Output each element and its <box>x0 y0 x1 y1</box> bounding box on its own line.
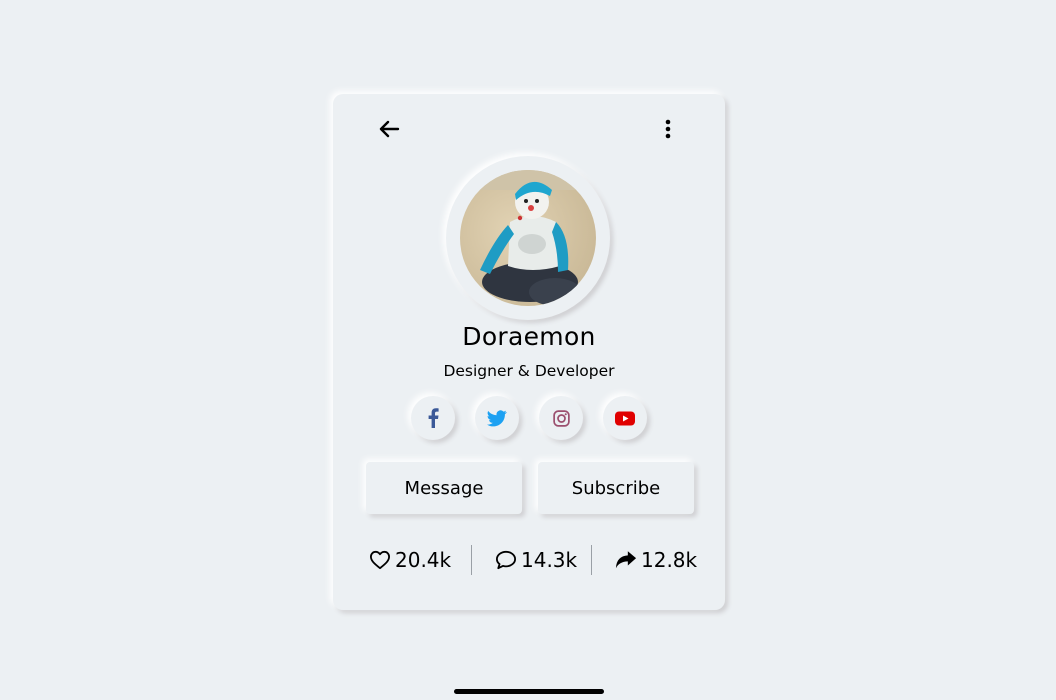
youtube-button[interactable] <box>603 396 647 440</box>
home-indicator[interactable] <box>454 689 604 694</box>
back-button[interactable] <box>375 115 403 143</box>
avatar <box>460 170 596 306</box>
avatar-photo <box>460 170 596 306</box>
profile-stats: 20.4k 14.3k 12.8k <box>333 540 725 580</box>
social-links <box>333 394 725 442</box>
facebook-icon <box>428 408 439 428</box>
share-icon <box>615 551 637 569</box>
comments-count: 14.3k <box>521 548 578 572</box>
facebook-button[interactable] <box>411 396 455 440</box>
avatar-frame <box>446 156 610 320</box>
heart-icon <box>369 550 390 570</box>
likes-stat[interactable]: 20.4k <box>369 546 451 574</box>
twitter-icon <box>487 409 507 426</box>
youtube-icon <box>615 411 635 425</box>
instagram-button[interactable] <box>539 396 583 440</box>
likes-count: 20.4k <box>395 548 452 572</box>
comments-stat[interactable]: 14.3k <box>495 546 577 574</box>
more-vertical-icon <box>665 119 671 139</box>
message-button[interactable]: Message <box>366 462 522 514</box>
more-options-button[interactable] <box>654 115 682 143</box>
arrow-left-icon <box>379 120 400 138</box>
shares-count: 12.8k <box>641 548 698 572</box>
app-screen: Doraemon Designer & Developer Message Su… <box>0 0 1056 700</box>
instagram-icon <box>552 409 570 427</box>
subscribe-button[interactable]: Subscribe <box>538 462 694 514</box>
profile-card: Doraemon Designer & Developer Message Su… <box>333 94 725 610</box>
stats-divider <box>591 545 592 575</box>
profile-title: Designer & Developer <box>443 362 615 380</box>
comment-icon <box>495 550 516 570</box>
profile-name: Doraemon <box>462 322 596 351</box>
stats-divider <box>471 545 472 575</box>
shares-stat[interactable]: 12.8k <box>615 546 697 574</box>
twitter-button[interactable] <box>475 396 519 440</box>
